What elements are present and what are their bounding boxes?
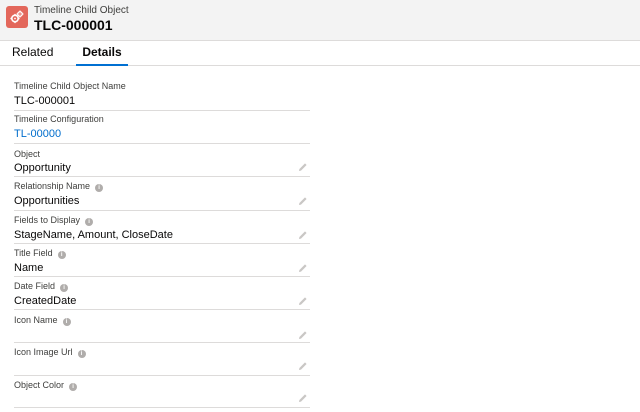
field-label: Object Color i (14, 380, 78, 391)
field-timeline-configuration: Timeline Configuration TL-00000 (14, 111, 310, 144)
field-label: Icon Image Url i (14, 347, 86, 358)
info-icon[interactable]: i (95, 184, 104, 192)
field-icon-image-url: Icon Image Url i (14, 343, 310, 376)
pencil-icon[interactable] (298, 330, 308, 340)
info-icon[interactable]: i (60, 284, 69, 292)
tab-related[interactable]: Related (12, 41, 53, 66)
field-timeline-child-object-name: Timeline Child Object Name TLC-000001 (14, 78, 310, 111)
field-icon-name: Icon Name i (14, 310, 310, 343)
object-type-label: Timeline Child Object (34, 5, 129, 16)
info-icon[interactable]: i (69, 383, 78, 391)
tab-bar: Related Details (0, 41, 640, 66)
pencil-icon[interactable] (298, 162, 308, 172)
field-label: Date Field i (14, 281, 69, 292)
tab-details[interactable]: Details (76, 41, 128, 66)
field-object: Object Opportunity (14, 144, 310, 177)
pencil-icon[interactable] (298, 393, 308, 403)
field-label: Title Field i (14, 248, 66, 259)
pencil-icon[interactable] (298, 296, 308, 306)
field-date-field: Date Field i CreatedDate (14, 277, 310, 310)
pencil-icon[interactable] (298, 230, 308, 240)
field-value: TLC-000001 (14, 95, 76, 107)
pencil-icon[interactable] (298, 263, 308, 273)
field-label: Timeline Configuration (14, 114, 104, 124)
field-value: CreatedDate (14, 295, 77, 307)
field-title-field: Title Field i Name (14, 244, 310, 277)
field-object-color: Object Color i (14, 376, 310, 408)
pencil-icon[interactable] (298, 196, 308, 206)
record-header: Timeline Child Object TLC-000001 (0, 0, 640, 41)
field-label: Timeline Child Object Name (14, 81, 126, 91)
gears-icon (6, 6, 28, 28)
pencil-icon[interactable] (298, 361, 308, 371)
field-label: Object (14, 149, 41, 159)
info-icon[interactable]: i (62, 318, 71, 326)
field-relationship-name: Relationship Name i Opportunities (14, 177, 310, 211)
timeline-configuration-link[interactable]: TL-00000 (14, 127, 61, 141)
field-label: Icon Name i (14, 315, 71, 326)
field-value: Opportunities (14, 195, 80, 207)
record-title: TLC-000001 (34, 17, 113, 33)
field-value: StageName, Amount, CloseDate (14, 229, 173, 241)
field-label: Fields to Display i (14, 215, 94, 226)
info-icon[interactable]: i (57, 251, 66, 259)
field-value: Name (14, 262, 44, 274)
info-icon[interactable]: i (77, 350, 86, 358)
field-label: Relationship Name i (14, 181, 104, 192)
info-icon[interactable]: i (85, 218, 94, 226)
field-value: Opportunity (14, 162, 71, 174)
field-fields-to-display: Fields to Display i StageName, Amount, Cl… (14, 211, 310, 244)
